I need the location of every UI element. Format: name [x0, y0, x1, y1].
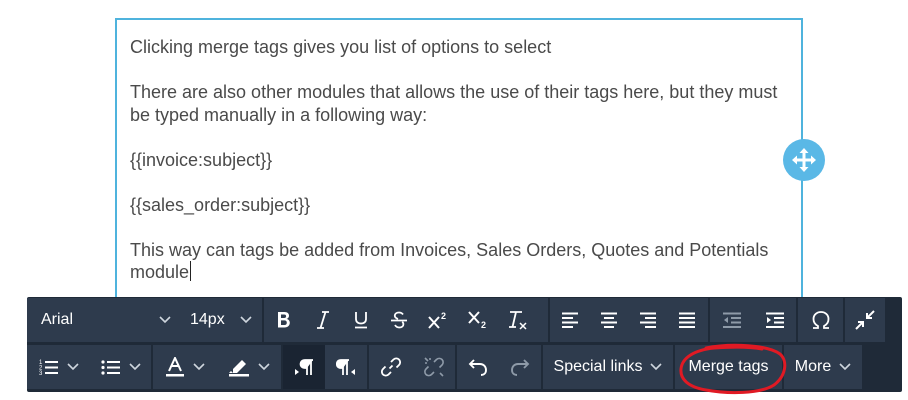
move-icon	[792, 148, 816, 172]
italic-icon	[317, 311, 329, 329]
outdent-button[interactable]	[710, 298, 754, 342]
ltr-button[interactable]	[283, 345, 325, 389]
chevron-down-icon	[159, 316, 171, 324]
indent-button[interactable]	[754, 298, 796, 342]
special-character-button[interactable]	[798, 298, 843, 342]
highlight-color-icon	[229, 360, 249, 377]
toolbar-row-2: 123 Special links Merge tags More	[27, 345, 864, 391]
collapse-icon	[855, 310, 875, 330]
redo-icon	[511, 359, 530, 376]
unlink-button[interactable]	[413, 345, 455, 389]
paragraph: {{invoice:subject}}	[130, 149, 273, 170]
direction-group	[283, 345, 367, 389]
undo-button[interactable]	[457, 345, 499, 389]
align-justify-button[interactable]	[668, 298, 706, 342]
unordered-list-icon	[100, 360, 120, 375]
paragraph: {{sales_order:subject}}	[130, 194, 311, 215]
ordered-list-dropdown[interactable]: 123	[27, 345, 90, 389]
svg-text:3: 3	[39, 371, 43, 376]
align-left-button[interactable]	[550, 298, 590, 342]
font-family-label: Arial	[41, 311, 74, 328]
outdent-icon	[723, 312, 741, 328]
rtl-button[interactable]	[325, 345, 367, 389]
clear-formatting-icon	[509, 311, 527, 330]
ltr-icon	[295, 359, 313, 375]
strikethrough-button[interactable]	[380, 298, 418, 342]
text-caret	[190, 261, 192, 281]
color-group	[153, 345, 281, 389]
strikethrough-icon	[391, 311, 407, 329]
more-label: More	[794, 358, 832, 375]
link-icon	[381, 357, 401, 377]
chevron-down-icon	[66, 363, 79, 371]
font-size-dropdown[interactable]: 14px	[177, 298, 262, 342]
subscript-button[interactable]: 2	[458, 298, 498, 342]
alignment-group	[550, 298, 708, 342]
history-group	[457, 345, 541, 389]
align-left-icon	[562, 312, 578, 328]
indent-group	[710, 298, 796, 342]
align-right-button[interactable]	[628, 298, 668, 342]
underline-button[interactable]	[342, 298, 380, 342]
rtl-icon	[336, 359, 355, 375]
text-format-group: 2 2	[264, 298, 548, 342]
ordered-list-icon: 123	[39, 360, 58, 376]
more-dropdown[interactable]: More	[784, 345, 862, 389]
chevron-down-icon	[240, 316, 252, 324]
paragraph: This way can tags be added from Invoices…	[130, 239, 787, 284]
collapse-group	[845, 298, 885, 342]
editor-toolbar: Arial 14px 2 2 1 2 3 Special links Merge…	[27, 297, 902, 392]
text-editor[interactable]: Clicking merge tags gives you list of op…	[115, 18, 803, 304]
link-group	[369, 345, 455, 389]
align-center-icon	[601, 312, 617, 328]
align-center-button[interactable]	[590, 298, 628, 342]
collapse-toolbar-button[interactable]	[845, 298, 885, 342]
unlink-icon	[424, 357, 444, 377]
bold-icon	[278, 312, 290, 328]
toolbar-row-1: Arial 14px 2 2	[27, 298, 885, 344]
special-char-group	[798, 298, 843, 342]
align-justify-icon	[679, 312, 695, 328]
text-color-icon	[166, 357, 184, 377]
font-size-label: 14px	[190, 311, 225, 328]
indent-icon	[766, 312, 784, 328]
clear-formatting-button[interactable]	[498, 298, 538, 342]
align-right-icon	[640, 312, 656, 328]
font-controls-group: Arial 14px	[27, 298, 262, 342]
insert-link-button[interactable]	[369, 345, 413, 389]
highlight-color-dropdown[interactable]	[217, 345, 281, 389]
redo-button[interactable]	[499, 345, 541, 389]
chevron-down-icon	[258, 363, 270, 371]
chevron-down-icon	[839, 363, 851, 371]
editor-content[interactable]: Clicking merge tags gives you list of op…	[130, 36, 787, 284]
merge-tags-button[interactable]: Merge tags	[675, 345, 782, 389]
special-links-dropdown[interactable]: Special links	[543, 345, 673, 389]
chevron-down-icon	[128, 363, 141, 371]
merge-tags-label: Merge tags	[688, 358, 769, 375]
undo-icon	[468, 359, 487, 376]
special-links-label: Special links	[553, 358, 643, 375]
list-group: 123	[27, 345, 151, 389]
svg-text:2: 2	[441, 311, 446, 321]
paragraph: There are also other modules that allows…	[130, 82, 778, 125]
font-family-dropdown[interactable]: Arial	[27, 298, 177, 342]
move-handle[interactable]	[783, 139, 825, 181]
chevron-down-icon	[650, 363, 663, 371]
paragraph-text: This way can tags be added from Invoices…	[130, 239, 769, 283]
unordered-list-dropdown[interactable]	[90, 345, 151, 389]
subscript-icon: 2	[468, 311, 486, 330]
bold-button[interactable]	[264, 298, 304, 342]
svg-text:2: 2	[481, 320, 486, 330]
paragraph: Clicking merge tags gives you list of op…	[130, 37, 552, 57]
italic-button[interactable]	[304, 298, 342, 342]
superscript-button[interactable]: 2	[418, 298, 458, 342]
chevron-down-icon	[193, 363, 205, 371]
omega-icon	[812, 311, 829, 329]
text-color-dropdown[interactable]	[153, 345, 217, 389]
superscript-icon: 2	[428, 311, 446, 329]
underline-icon	[355, 312, 367, 329]
